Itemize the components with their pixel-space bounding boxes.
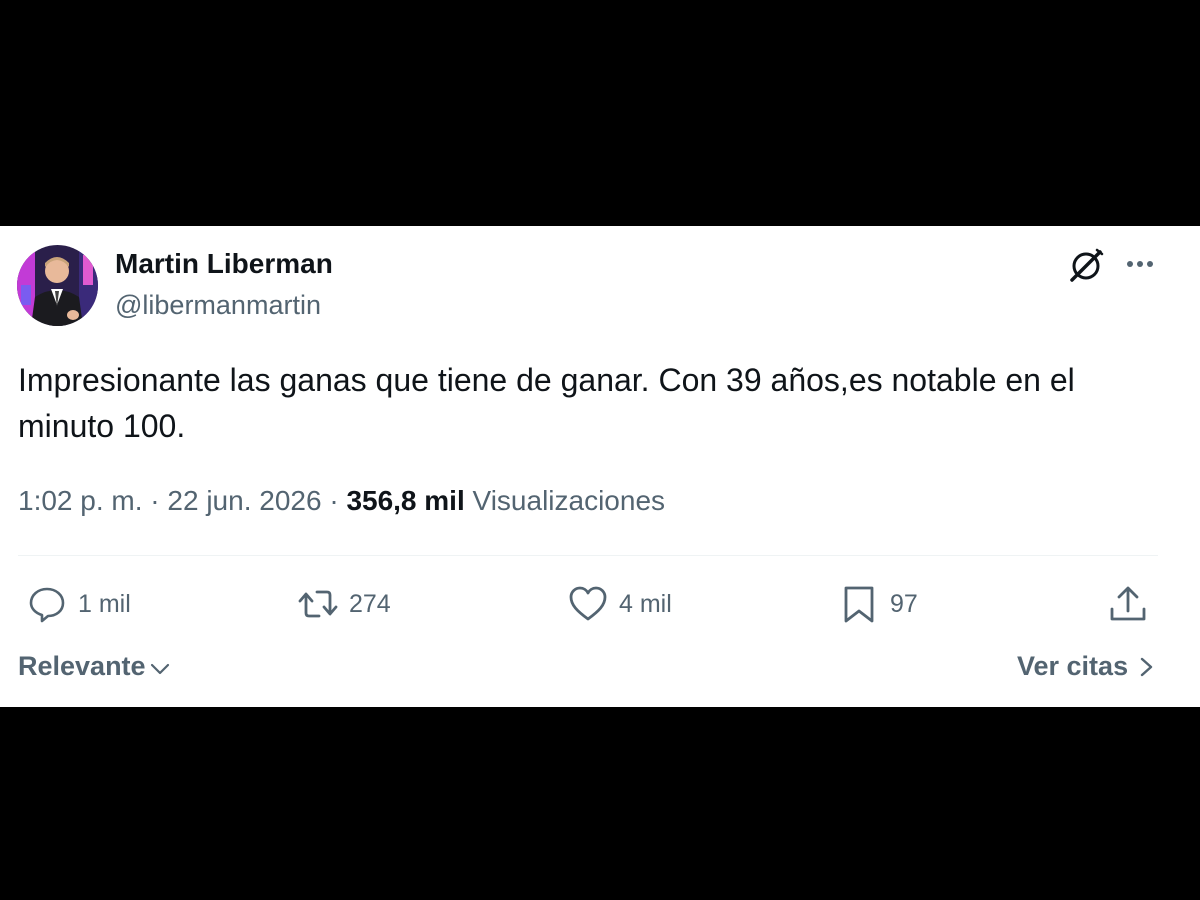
author-handle[interactable]: @libermanmartin xyxy=(115,290,321,321)
reply-count: 1 mil xyxy=(78,589,131,618)
reply-button[interactable]: 1 mil xyxy=(26,582,131,626)
author-display-name[interactable]: Martin Liberman xyxy=(115,248,333,280)
divider xyxy=(18,555,1158,556)
sort-replies-dropdown[interactable]: Relevante xyxy=(18,651,172,682)
tweet-date[interactable]: 22 jun. 2026 xyxy=(167,485,321,516)
grok-icon xyxy=(1070,248,1104,282)
bookmark-count: 97 xyxy=(890,589,918,618)
view-quotes-link[interactable]: Ver citas xyxy=(1017,651,1158,682)
quotes-label: Ver citas xyxy=(1017,651,1129,681)
meta-separator: · xyxy=(329,485,347,516)
sort-label: Relevante xyxy=(18,651,146,681)
reply-icon xyxy=(29,587,65,623)
share-button[interactable] xyxy=(1107,582,1149,626)
chevron-right-icon xyxy=(1140,657,1153,676)
views-label: Visualizaciones xyxy=(472,485,666,516)
share-icon xyxy=(1110,586,1146,621)
tweet-card: Martin Liberman @libermanmartin Impresio… xyxy=(0,226,1200,707)
chevron-down-icon xyxy=(150,663,169,674)
bookmark-icon xyxy=(844,586,874,623)
more-options-button[interactable] xyxy=(1118,244,1162,288)
meta-separator: · xyxy=(150,485,168,516)
tweet-time[interactable]: 1:02 p. m. xyxy=(18,485,143,516)
grok-button[interactable] xyxy=(1064,244,1108,288)
retweet-count: 274 xyxy=(349,589,391,618)
avatar[interactable] xyxy=(17,245,98,326)
tweet-meta: 1:02 p. m. · 22 jun. 2026 · 356,8 mil Vi… xyxy=(18,485,665,517)
like-button[interactable]: 4 mil xyxy=(567,582,672,626)
retweet-icon xyxy=(298,590,338,618)
more-dots-icon xyxy=(1127,261,1153,267)
bookmark-button[interactable]: 97 xyxy=(838,582,918,626)
person-photo-avatar-icon xyxy=(17,245,98,326)
views-count: 356,8 mil xyxy=(346,485,473,516)
tweet-text: Impresionante las ganas que tiene de gan… xyxy=(18,362,1075,444)
heart-icon xyxy=(569,586,607,621)
retweet-button[interactable]: 274 xyxy=(297,582,391,626)
like-count: 4 mil xyxy=(619,589,672,618)
